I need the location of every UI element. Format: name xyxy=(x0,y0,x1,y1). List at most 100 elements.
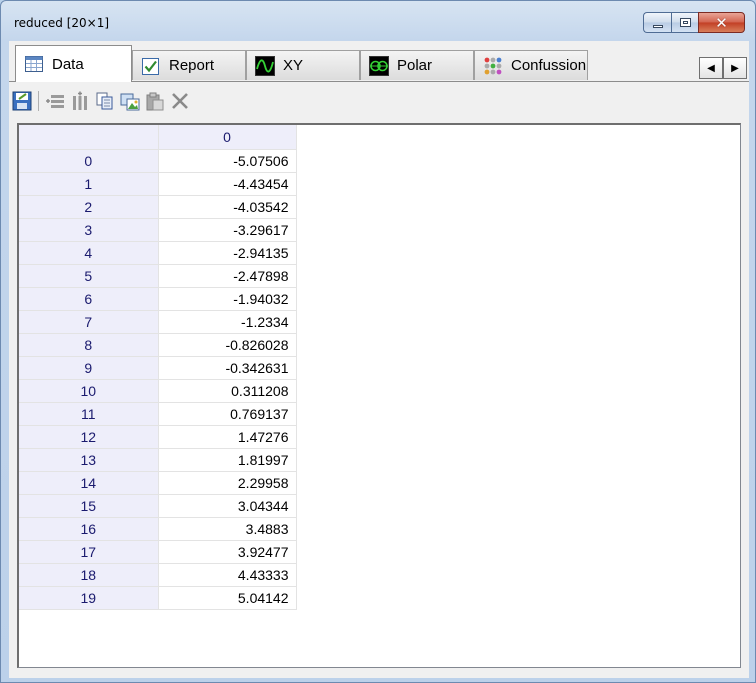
column-header[interactable]: 0 xyxy=(158,125,297,150)
tab-data[interactable]: Data xyxy=(15,45,132,82)
tab-confussion[interactable]: Confussion xyxy=(474,50,588,80)
row-header[interactable]: 13 xyxy=(19,448,159,472)
dots-matrix-icon xyxy=(484,57,502,74)
table-cell[interactable]: 3.4883 xyxy=(158,517,297,541)
table-row: 8 -0.826028 xyxy=(19,333,297,357)
tab-data-label: Data xyxy=(52,55,84,73)
table-cell[interactable]: 1.81997 xyxy=(158,448,297,472)
row-header[interactable]: 7 xyxy=(19,310,159,334)
save-icon xyxy=(12,91,32,111)
delete-icon xyxy=(172,93,188,109)
table-row: 13 1.81997 xyxy=(19,448,297,472)
title-bar[interactable]: reduced [20×1] ✕ xyxy=(1,1,755,41)
table-cell[interactable]: -5.07506 xyxy=(158,149,297,173)
wave-icon xyxy=(255,55,275,76)
table-cell[interactable]: -0.342631 xyxy=(158,356,297,380)
table-cell[interactable]: 0.769137 xyxy=(158,402,297,426)
tab-polar[interactable]: Polar xyxy=(360,50,474,80)
data-table: 0 0 -5.07506 1 -4.43454 2 -4.03542 3 -3.29617 4-… xyxy=(19,125,297,610)
table-cell[interactable]: -2.94135 xyxy=(158,241,297,265)
toolbar xyxy=(11,89,194,113)
row-header[interactable]: 6 xyxy=(19,287,159,311)
row-header[interactable]: 8 xyxy=(19,333,159,357)
insert-row-button[interactable] xyxy=(44,90,66,112)
row-header[interactable]: 18 xyxy=(19,563,159,587)
tab-scroll-left-button[interactable]: ◀ xyxy=(699,57,723,79)
delete-button[interactable] xyxy=(169,90,191,112)
tab-scroll-right-button[interactable]: ▶ xyxy=(723,57,747,79)
tab-xy-label: XY xyxy=(283,57,304,74)
table-row: 11 0.769137 xyxy=(19,402,297,426)
table-row: 2 -4.03542 xyxy=(19,195,297,219)
save-button[interactable] xyxy=(11,90,33,112)
row-header[interactable]: 0 xyxy=(19,149,159,173)
tab-bar: Data Report XY Polar Confussion ◀ ▶ xyxy=(9,41,749,82)
paste-image-icon xyxy=(120,93,140,111)
row-header[interactable]: 9 xyxy=(19,356,159,380)
paste-button[interactable] xyxy=(144,90,166,112)
table-cell[interactable]: 4.43333 xyxy=(158,563,297,587)
table-cell[interactable]: 3.92477 xyxy=(158,540,297,564)
table-cell[interactable]: 2.29958 xyxy=(158,471,297,495)
table-row: 17 3.92477 xyxy=(19,540,297,564)
table-row: 19 5.04142 xyxy=(19,586,297,610)
maximize-icon xyxy=(679,18,691,27)
row-header[interactable]: 17 xyxy=(19,540,159,564)
main-content: Data Report XY Polar Confussion ◀ ▶ 0 0 … xyxy=(9,41,749,678)
minimize-button[interactable] xyxy=(643,12,671,33)
table-cell[interactable]: -0.826028 xyxy=(158,333,297,357)
insert-row-icon xyxy=(46,95,64,108)
app-window: reduced [20×1] ✕ Data Report XY Polar Co… xyxy=(0,0,756,683)
table-row: 10 0.311208 xyxy=(19,379,297,403)
corner-cell[interactable] xyxy=(19,125,159,150)
window-controls: ✕ xyxy=(643,12,745,33)
table-row: 6 -1.94032 xyxy=(19,287,297,311)
table-row: 14 2.29958 xyxy=(19,471,297,495)
table-cell[interactable]: 5.04142 xyxy=(158,586,297,610)
arrow-right-icon: ▶ xyxy=(731,62,739,74)
row-header[interactable]: 4 xyxy=(19,241,159,265)
table-row: 5 -2.47898 xyxy=(19,264,297,288)
table-cell[interactable]: -1.94032 xyxy=(158,287,297,311)
maximize-button[interactable] xyxy=(671,12,698,33)
row-header[interactable]: 12 xyxy=(19,425,159,449)
row-header[interactable]: 16 xyxy=(19,517,159,541)
window-title: reduced [20×1] xyxy=(14,16,110,30)
row-header[interactable]: 1 xyxy=(19,172,159,196)
data-grid[interactable]: 0 0 -5.07506 1 -4.43454 2 -4.03542 3 -3.29617 4-… xyxy=(17,123,741,668)
table-cell[interactable]: -4.43454 xyxy=(158,172,297,196)
copy-button[interactable] xyxy=(94,90,116,112)
copy-icon xyxy=(96,92,113,110)
table-cell[interactable]: -2.47898 xyxy=(158,264,297,288)
table-icon xyxy=(25,56,43,72)
table-row: 3 -3.29617 xyxy=(19,218,297,242)
tab-scroll-buttons: ◀ ▶ xyxy=(699,57,747,79)
close-icon: ✕ xyxy=(715,13,728,32)
tab-report-label: Report xyxy=(169,57,215,74)
table-cell[interactable]: -3.29617 xyxy=(158,218,297,242)
tab-confussion-label: Confussion xyxy=(511,57,587,74)
table-row: 4 -2.94135 xyxy=(19,241,297,265)
close-button[interactable]: ✕ xyxy=(698,12,745,33)
checkmark-icon xyxy=(142,57,159,75)
row-header[interactable]: 14 xyxy=(19,471,159,495)
row-header[interactable]: 10 xyxy=(19,379,159,403)
paste-image-button[interactable] xyxy=(119,90,141,112)
table-cell[interactable]: 1.47276 xyxy=(158,425,297,449)
tab-xy[interactable]: XY xyxy=(246,50,360,80)
row-header[interactable]: 2 xyxy=(19,195,159,219)
insert-column-button[interactable] xyxy=(69,90,91,112)
table-row: 1 -4.43454 xyxy=(19,172,297,196)
table-cell[interactable]: 3.04344 xyxy=(158,494,297,518)
tab-report[interactable]: Report xyxy=(132,50,246,80)
table-row: 0 -5.07506 xyxy=(19,149,297,173)
row-header[interactable]: 19 xyxy=(19,586,159,610)
row-header[interactable]: 11 xyxy=(19,402,159,426)
table-cell[interactable]: -4.03542 xyxy=(158,195,297,219)
table-cell[interactable]: 0.311208 xyxy=(158,379,297,403)
polar-icon xyxy=(369,55,389,76)
row-header[interactable]: 5 xyxy=(19,264,159,288)
table-cell[interactable]: -1.2334 xyxy=(158,310,297,334)
row-header[interactable]: 3 xyxy=(19,218,159,242)
row-header[interactable]: 15 xyxy=(19,494,159,518)
